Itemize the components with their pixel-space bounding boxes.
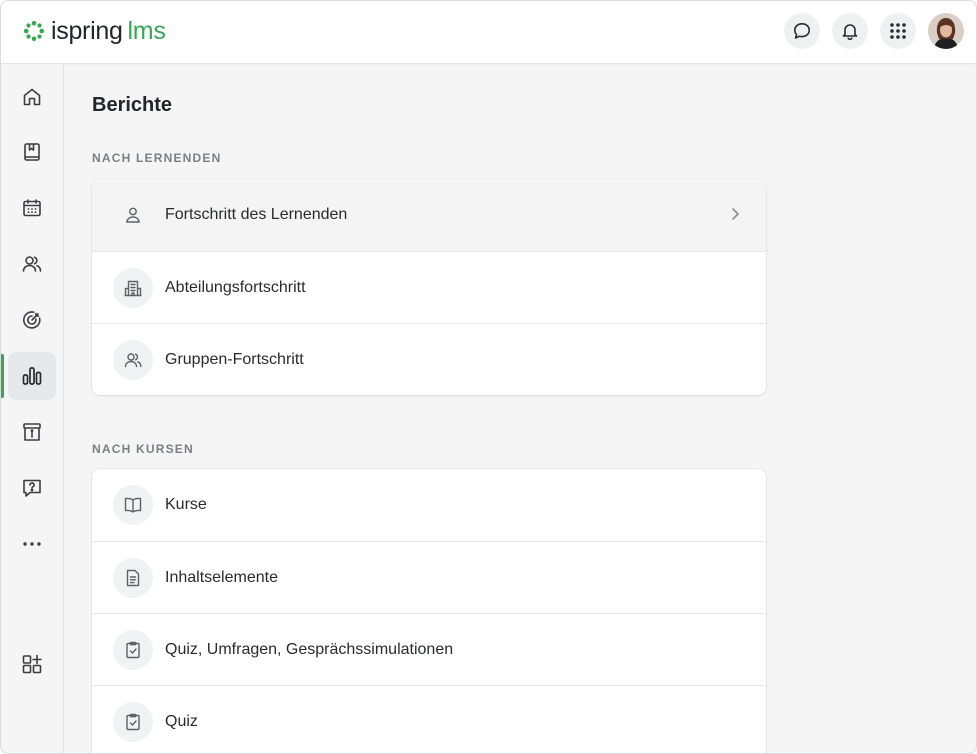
- bell-icon: [842, 24, 858, 41]
- report-item-group-progress[interactable]: Gruppen-Fortschritt: [92, 323, 766, 395]
- sidebar-item-add-widget[interactable]: [8, 640, 56, 688]
- report-item-content-items[interactable]: Inhaltselemente: [92, 541, 766, 613]
- home-icon: [23, 88, 41, 106]
- group-icon: [124, 352, 142, 367]
- target-icon: [23, 311, 41, 329]
- logo-text-lms: lms: [127, 17, 166, 45]
- sidebar-item-users[interactable]: [8, 240, 56, 288]
- row-icon-wrap: [113, 557, 153, 598]
- sidebar: [1, 64, 64, 753]
- help-chat-icon: [23, 479, 41, 497]
- row-icon-wrap: [113, 485, 153, 525]
- reports-chart-icon: [22, 367, 42, 385]
- main-content: Berichte NACH LERNENDEN Fortschritt des …: [64, 64, 976, 753]
- logo-text: ispring lms: [51, 16, 166, 46]
- sidebar-item-reports[interactable]: [1, 352, 56, 400]
- ispring-logo-icon: [23, 20, 45, 42]
- more-icon: [23, 542, 41, 546]
- report-item-quizzes-surveys-simulations[interactable]: Quiz, Umfragen, Gesprächssimulationen: [92, 613, 766, 685]
- sidebar-item-home[interactable]: [8, 73, 56, 121]
- info-archive-icon: [23, 423, 41, 441]
- chat-bubble-icon: [794, 23, 810, 39]
- sidebar-item-library[interactable]: [8, 128, 56, 176]
- row-icon-wrap: [113, 701, 153, 742]
- person-icon: [126, 207, 140, 223]
- logo-text-ispring: ispring: [51, 17, 123, 45]
- learners-report-card: Fortschritt des Lernenden Abteilungsfort…: [92, 179, 766, 395]
- report-item-label: Quiz, Umfragen, Gesprächssimulationen: [165, 640, 454, 658]
- checklist-icon: [126, 641, 140, 658]
- logo[interactable]: ispring lms: [23, 16, 166, 46]
- apps-grid-icon: [890, 23, 906, 39]
- calendar-icon: [23, 199, 41, 217]
- book-icon: [24, 143, 40, 161]
- open-book-icon: [124, 497, 142, 513]
- chevron-right-icon: [732, 208, 739, 220]
- sidebar-item-more[interactable]: [8, 520, 56, 568]
- report-item-label: Kurse: [165, 496, 207, 513]
- courses-report-card: Kurse Inhaltselemente Quiz, Umfragen, Ge…: [92, 469, 766, 753]
- header-actions: [772, 13, 964, 49]
- users-icon: [22, 256, 42, 272]
- report-item-label: Abteilungsfortschritt: [165, 278, 306, 296]
- building-icon: [124, 280, 142, 296]
- sidebar-item-info[interactable]: [8, 408, 56, 456]
- page-title: Berichte: [92, 94, 173, 116]
- chat-button[interactable]: [784, 13, 820, 49]
- report-item-quiz[interactable]: Quiz: [92, 685, 766, 753]
- app-window: ispring lms Berichte NACH LERNENDEN Fort…: [0, 0, 977, 754]
- row-icon-wrap: [113, 339, 153, 380]
- row-icon-wrap: [113, 629, 153, 670]
- row-icon-wrap: [113, 195, 153, 235]
- report-item-courses[interactable]: Kurse: [92, 469, 766, 541]
- notifications-button[interactable]: [832, 13, 868, 49]
- report-item-label: Gruppen-Fortschritt: [165, 350, 304, 368]
- report-item-label: Quiz: [165, 712, 198, 730]
- sidebar-item-goals[interactable]: [8, 296, 56, 344]
- add-widget-icon: [22, 654, 42, 674]
- report-item-label: Fortschritt des Lernenden: [165, 206, 348, 223]
- section-label-learners: NACH LERNENDEN: [92, 151, 222, 165]
- document-icon: [126, 569, 140, 586]
- row-icon-wrap: [113, 267, 153, 308]
- sidebar-item-calendar[interactable]: [8, 184, 56, 232]
- checklist-icon: [126, 713, 140, 730]
- sidebar-item-help[interactable]: [8, 464, 56, 512]
- user-avatar[interactable]: [928, 13, 964, 49]
- apps-button[interactable]: [880, 13, 916, 49]
- report-item-label: Inhaltselemente: [165, 568, 278, 586]
- top-bar: ispring lms: [1, 1, 976, 64]
- report-item-department-progress[interactable]: Abteilungsfortschritt: [92, 251, 766, 323]
- section-label-courses: NACH KURSEN: [92, 442, 194, 456]
- avatar-image: [928, 13, 964, 49]
- report-item-learner-progress[interactable]: Fortschritt des Lernenden: [92, 179, 766, 251]
